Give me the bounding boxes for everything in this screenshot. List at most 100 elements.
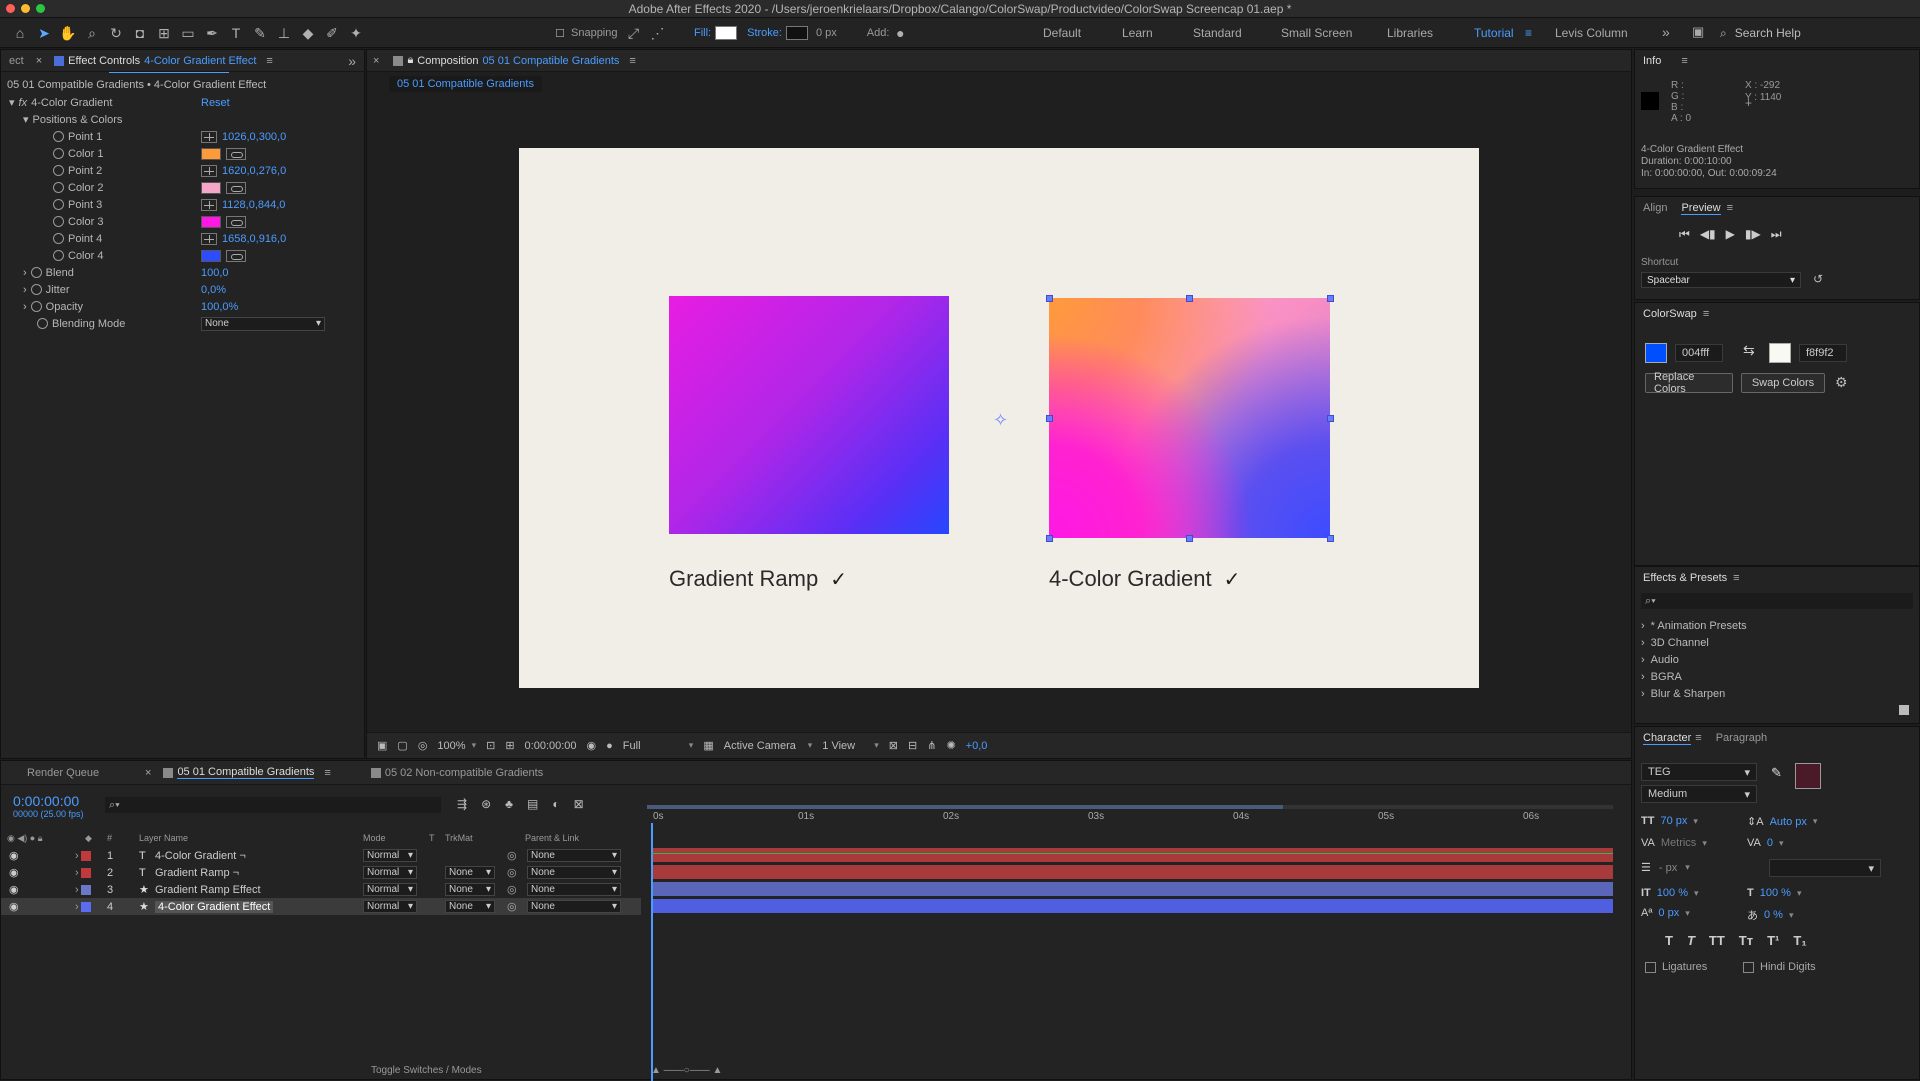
kerning-value[interactable]: Metrics [1661,837,1696,849]
character-tab[interactable]: Character [1643,732,1692,745]
flowchart-icon[interactable]: ⋔ [927,739,936,752]
replace-colors-button[interactable]: Replace Colors [1645,371,1733,395]
stopwatch-icon[interactable] [30,267,42,278]
fx-icon[interactable]: fx [19,97,28,109]
colorswap-title[interactable]: ColorSwap [1643,308,1697,320]
property-row[interactable]: Color 1 [1,145,366,162]
panel-menu-icon[interactable]: ≡ [1695,732,1701,744]
property-row[interactable]: Color 4 [1,247,366,264]
toggle-pixel-aspect-icon[interactable]: ⊠ [889,739,898,752]
color-swatch[interactable] [201,147,221,160]
effects-search-input[interactable]: ⌕▾ [1641,593,1913,609]
pan-behind-tool-icon[interactable]: ⊞ [152,22,176,44]
toggle-switches-modes-button[interactable]: Toggle Switches / Modes [371,1065,491,1079]
stroke-swatch[interactable] [785,26,808,40]
workspace-standard[interactable]: Standard [1193,26,1242,40]
property-row[interactable]: Point 3 1128,0,844,0 [1,196,366,213]
crosshair-icon[interactable] [201,164,217,177]
chevron-down-icon[interactable]: ▾ [1789,910,1794,921]
eyedropper-icon[interactable] [226,147,246,160]
stroke-style-dropdown[interactable]: ▾ [1769,859,1881,877]
time-ruler[interactable]: 0s 01s 02s 03s 04s 05s 06s [653,811,1613,825]
settings-gear-icon[interactable]: ⚙ [1835,374,1848,391]
camera-dropdown[interactable]: Active Camera [724,740,813,752]
workspace-learn[interactable]: Learn [1122,26,1153,40]
stroke-width-value[interactable]: - px [1659,862,1677,874]
property-row[interactable]: Point 1 1026,0,300,0 [1,128,366,145]
monitor-icon[interactable]: ▢ [397,739,407,752]
eyedropper-icon[interactable] [226,181,246,194]
point-value[interactable]: 1128,0,844,0 [222,199,285,211]
layer-duration-bar[interactable] [653,848,1613,862]
collapse-arrow-icon[interactable]: ▾ [9,96,15,109]
vertical-scale-value[interactable]: 100 % [1657,887,1688,899]
expand-layer-icon[interactable]: › [75,850,79,862]
parent-dropdown[interactable]: None ▾ [527,866,621,879]
toggle-transparency-icon[interactable]: ▦ [703,739,713,752]
fast-previews-icon[interactable]: ⊟ [908,739,917,752]
chevron-down-icon[interactable]: ▾ [1702,838,1707,849]
eraser-tool-icon[interactable]: ◆ [296,22,320,44]
effects-category-item[interactable]: › * Animation Presets [1641,617,1747,634]
effects-presets-title[interactable]: Effects & Presets [1643,572,1727,584]
point-value[interactable]: 1658,0,916,0 [222,233,286,245]
all-caps-icon[interactable]: TT [1709,933,1725,948]
point-value[interactable]: 1026,0,300,0 [222,131,286,143]
baseline-shift-value[interactable]: 0 px [1658,907,1679,919]
transform-handle[interactable] [1327,295,1334,302]
workspace-levis-column[interactable]: Levis Column [1555,26,1628,40]
next-frame-icon[interactable]: ▮▶ [1745,227,1761,242]
grid-icon[interactable]: ⊞ [505,739,514,752]
mode-column-header[interactable]: Mode [363,833,386,843]
comp-timecode[interactable]: 0:00:00:00 [525,740,577,752]
crosshair-icon[interactable] [201,130,217,143]
faux-bold-icon[interactable]: T [1665,933,1673,948]
four-color-gradient-card[interactable] [1049,298,1330,538]
opacity-row[interactable]: › Opacity 100,0% [1,298,366,315]
stopwatch-icon[interactable] [53,250,64,261]
layer-label-color[interactable] [81,867,91,878]
last-frame-icon[interactable]: ⏭ [1771,227,1782,242]
graph-editor-icon[interactable]: ⊠ [574,797,584,811]
blending-mode-dropdown[interactable]: None ▾ [201,316,325,331]
rectangle-tool-icon[interactable]: ▭ [176,22,200,44]
lock-icon[interactable]: 🔒︎ [407,54,413,67]
new-bin-icon[interactable] [1899,705,1909,715]
tracking-value[interactable]: 0 [1767,837,1773,849]
effect-row[interactable]: ▾ fx 4-Color Gradient Reset [1,94,366,111]
snapping-checkbox[interactable]: ☐ [553,22,567,44]
transform-handle[interactable] [1327,535,1334,542]
expand-layer-icon[interactable]: › [75,884,79,896]
color-swatch[interactable] [201,215,221,228]
motion-blur-icon[interactable]: ◐ [552,797,559,811]
align-tab[interactable]: Align [1643,202,1667,214]
workspace-menu-icon[interactable]: ≡ [1525,26,1532,40]
font-size-value[interactable]: 70 px [1660,815,1687,827]
font-family-dropdown[interactable]: TEG ▾ [1641,763,1757,781]
color-a-swatch[interactable] [1645,343,1667,363]
mode-dropdown[interactable]: Normal ▾ [363,883,417,896]
layer-name-column-header[interactable]: Layer Name [139,833,188,843]
layer-row[interactable]: ◉ › 4 ★ 4-Color Gradient Effect Normal ▾ None ▾ ◎… [1,898,641,915]
expand-arrow-icon[interactable]: › [23,301,27,313]
layer-name[interactable]: Gradient Ramp ¬ [155,867,239,879]
chevron-down-icon[interactable]: ▾ [1685,862,1690,873]
blending-mode-row[interactable]: Blending Mode None ▾ [1,315,366,332]
panel-menu-icon[interactable]: ≡ [1703,308,1709,320]
first-frame-icon[interactable]: ⏮ [1679,227,1690,242]
font-style-dropdown[interactable]: Medium ▾ [1641,785,1757,803]
pen-tool-icon[interactable]: ✒ [200,22,224,44]
reset-icon[interactable]: ↺ [1813,272,1823,286]
timeline-zoom-slider[interactable]: ▲ ——○—— ▲ [651,1065,751,1079]
trkmat-column-header[interactable]: TrkMat [445,833,473,843]
expand-layer-icon[interactable]: › [75,901,79,913]
layer-row[interactable]: ◉ › 3 ★ Gradient Ramp Effect Normal ▾ None ▾ ◎ Non… [1,881,641,898]
visibility-eye-icon[interactable]: ◉ [9,849,19,862]
hindi-digits-checkbox[interactable] [1743,961,1754,973]
layer-name[interactable]: 4-Color Gradient ¬ [155,850,246,862]
composition-mini-flowchart-icon[interactable]: ⇶ [457,797,467,811]
color-b-hex-input[interactable]: f8f9f2 [1799,344,1847,362]
rotate-tool-icon[interactable]: ↻ [104,22,128,44]
fill-swatch[interactable] [715,26,738,40]
chevron-down-icon[interactable]: ▾ [1813,816,1818,827]
